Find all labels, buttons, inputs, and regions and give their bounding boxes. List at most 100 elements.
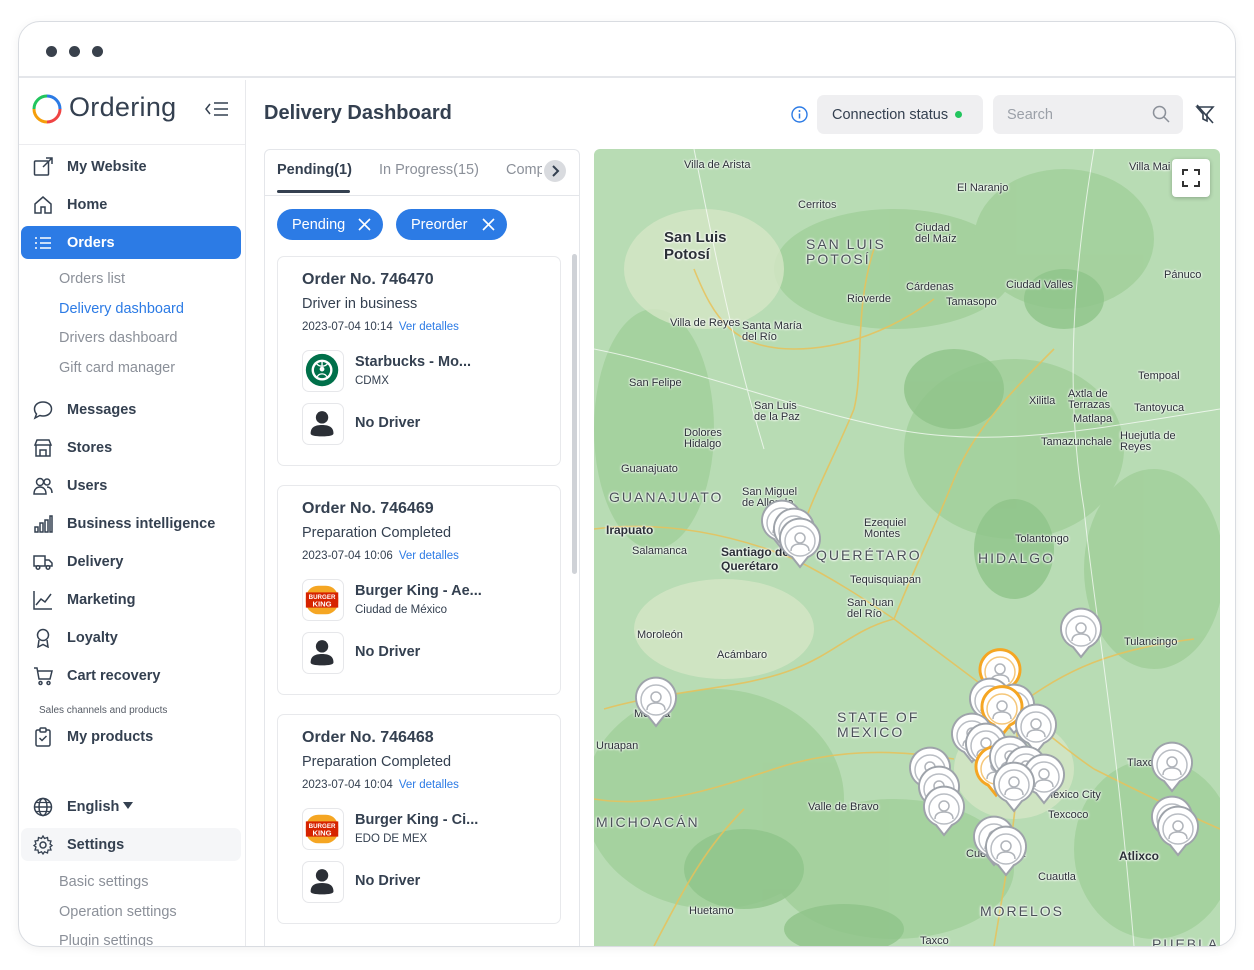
close-icon[interactable] [358, 218, 371, 231]
map-label: Tempoal [1138, 370, 1180, 382]
order-status: Driver in business [302, 296, 418, 312]
sidebar-item-settings[interactable]: Settings [21, 828, 241, 861]
sidebar-item-orders[interactable]: Orders [21, 226, 241, 259]
fullscreen-icon [1182, 169, 1200, 187]
sidebar-item-label: Business intelligence [67, 515, 216, 532]
sidebar-item-delivery[interactable]: Delivery [21, 545, 241, 578]
map-label: San Luis Potosí [664, 229, 727, 263]
chevron-right-icon[interactable] [544, 160, 566, 182]
connection-status-dot [955, 111, 963, 118]
map-label: Cuernavaca [966, 848, 1026, 860]
driver-avatar [302, 403, 344, 445]
map-label: Salamanca [632, 545, 688, 557]
burger-king-logo: BURGER KING [302, 579, 344, 621]
sidebar-item-users[interactable]: Users [21, 469, 241, 502]
sidebar-item-loyalty[interactable]: Loyalty [21, 621, 241, 654]
language-selector[interactable]: English [21, 790, 241, 823]
map-label: STATE OF MEXICO [837, 709, 920, 740]
business-name: Burger King - Ci... [355, 812, 479, 828]
filter-chip-pending[interactable]: Pending [277, 209, 383, 240]
sidebar-item-marketing[interactable]: Marketing [21, 583, 241, 616]
sidebar-item-stores[interactable]: Stores [21, 431, 241, 464]
map-label: Texcoco [1048, 809, 1089, 821]
driver-avatar [302, 861, 344, 903]
burger-king-logo-icon: BURGERKING [305, 814, 339, 844]
map-label: Atlixco [1119, 849, 1160, 863]
order-date-text: 2023-07-04 10:04 [302, 779, 393, 791]
sidebar-item-my-website[interactable]: My Website [21, 150, 241, 183]
driver-avatar [302, 632, 344, 674]
sidebar-item-my-products[interactable]: My products [21, 720, 241, 753]
map-label: GUANAJUATO [609, 489, 724, 505]
window-control-dot[interactable] [46, 46, 57, 57]
filter-off-icon[interactable] [1195, 104, 1215, 124]
user-avatar-icon [310, 640, 334, 666]
starbucks-logo-icon [305, 353, 339, 387]
burger-king-logo: BURGER KING [302, 808, 344, 850]
business-city: EDO DE MEX [355, 833, 428, 845]
view-details-link[interactable]: Ver detalles [399, 321, 459, 333]
map-label: Villa de Arista [684, 159, 751, 171]
info-icon[interactable] [791, 106, 808, 123]
map-label: Cárdenas [906, 281, 954, 293]
tab-completed[interactable]: Completed [506, 162, 542, 178]
collapse-sidebar-icon[interactable] [205, 100, 229, 118]
sidebar-item-messages[interactable]: Messages [21, 393, 241, 426]
map-label: Morelia [634, 708, 671, 720]
map-label: San Miguel de Allende [742, 486, 798, 509]
sidebar-item-home[interactable]: Home [21, 188, 241, 221]
filter-chip-preorder[interactable]: Preorder [396, 209, 507, 240]
map-label: Ciudad Valles [1006, 279, 1074, 291]
connection-status-button[interactable]: Connection status [817, 95, 983, 134]
map-label: QUERÉTARO [816, 547, 922, 563]
sidebar-subitem-plugin-settings[interactable]: Plugin settings [59, 933, 153, 946]
sidebar-subitem-gift-card-manager[interactable]: Gift card manager [59, 360, 175, 376]
view-details-link[interactable]: Ver detalles [399, 779, 459, 791]
window-control-dot[interactable] [69, 46, 80, 57]
svg-text:KING: KING [313, 829, 332, 838]
fullscreen-button[interactable] [1172, 159, 1210, 197]
sidebar-subitem-basic-settings[interactable]: Basic settings [59, 874, 148, 890]
sidebar-subitem-delivery-dashboard[interactable]: Delivery dashboard [59, 301, 184, 317]
bar-chart-icon [34, 515, 53, 533]
map-label: HIDALGO [978, 550, 1056, 566]
tab-pending[interactable]: Pending(1) [277, 162, 352, 178]
driver-name: No Driver [355, 644, 421, 660]
chip-label: Preorder [411, 216, 468, 233]
starbucks-logo [302, 350, 344, 392]
ordering-logo-icon [32, 94, 62, 124]
language-label: English [67, 798, 120, 815]
sidebar-item-label: Home [67, 196, 108, 213]
view-details-link[interactable]: Ver detalles [399, 550, 459, 562]
logo-row: Ordering [19, 80, 245, 145]
logo-text: Ordering [69, 92, 177, 122]
sidebar-item-business-intelligence[interactable]: Business intelligence [21, 507, 241, 540]
sidebar-item-label: Orders [67, 234, 115, 251]
sidebar: Ordering My Website Home Orders Orders l… [19, 80, 246, 946]
sidebar-subitem-operation-settings[interactable]: Operation settings [59, 904, 177, 920]
order-status-tabs: Pending(1) In Progress(15) Completed [265, 150, 579, 196]
map-label: Matlapa [1073, 413, 1113, 425]
map-label: Villa de Reyes [670, 317, 741, 329]
map-label: MICHOACÁN [596, 814, 700, 830]
order-card[interactable]: Order No. 746469 Preparation Completed 2… [277, 485, 561, 695]
map-label: Cerritos [798, 199, 837, 211]
order-card[interactable]: Order No. 746470 Driver in business 2023… [277, 256, 561, 466]
map-label: Tulancingo [1124, 636, 1178, 648]
order-date: 2023-07-04 10:04 Ver detalles [302, 779, 459, 791]
delivery-map[interactable]: Villa de Arista El Naranjo Villa Mai Cer… [594, 149, 1220, 946]
business-city: Ciudad de México [355, 604, 448, 616]
order-card[interactable]: Order No. 746468 Preparation Completed 2… [277, 714, 561, 924]
close-icon[interactable] [482, 218, 495, 231]
window-control-dot[interactable] [92, 46, 103, 57]
order-number: Order No. 746468 [302, 729, 434, 746]
tab-in-progress[interactable]: In Progress(15) [379, 162, 479, 178]
svg-text:KING: KING [313, 600, 332, 609]
map-label: Guanajuato [621, 463, 678, 475]
sidebar-subitem-orders-list[interactable]: Orders list [59, 271, 125, 287]
sidebar-subitem-drivers-dashboard[interactable]: Drivers dashboard [59, 330, 177, 346]
sidebar-item-label: My Website [67, 158, 147, 175]
sidebar-item-cart-recovery[interactable]: Cart recovery [21, 659, 241, 692]
panel-scrollbar[interactable] [572, 254, 577, 574]
order-number: Order No. 746470 [302, 271, 434, 288]
